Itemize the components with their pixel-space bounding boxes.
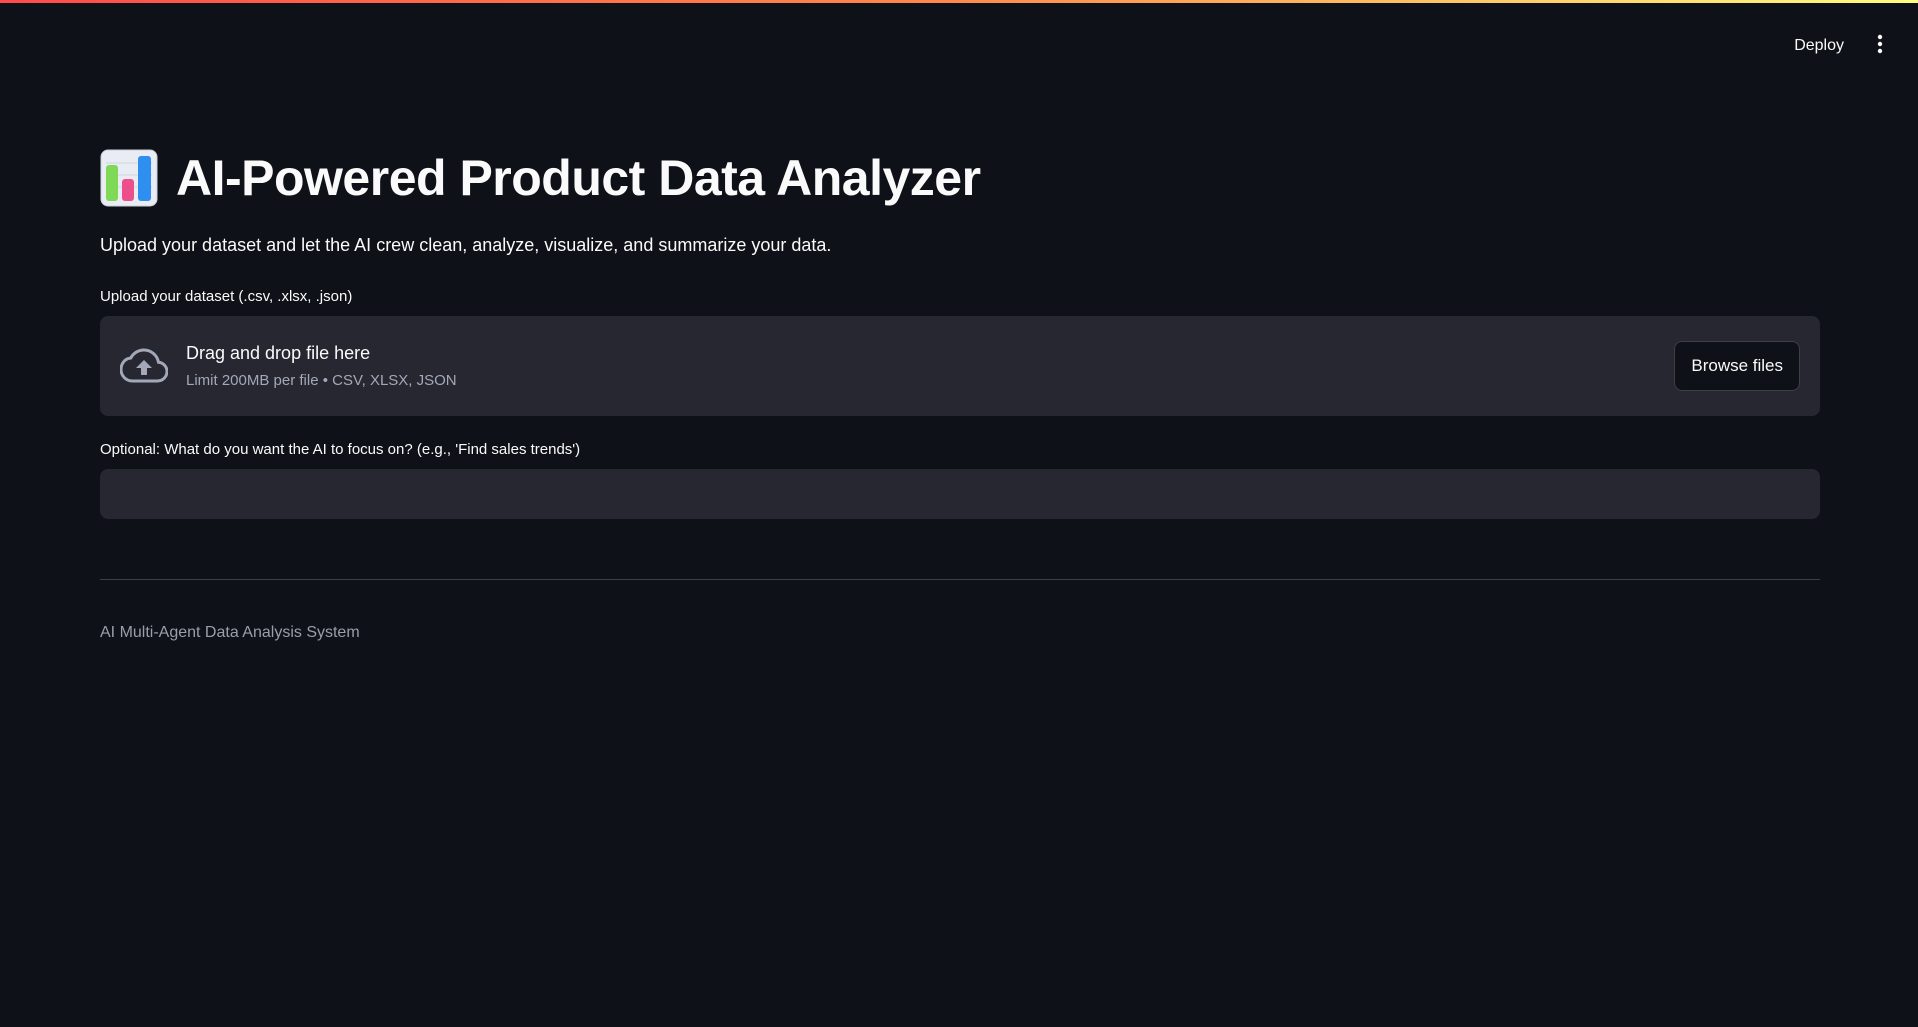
divider [100, 579, 1820, 580]
focus-label: Optional: What do you want the AI to foc… [100, 441, 581, 458]
cloud-upload-icon [120, 342, 168, 390]
top-decoration-bar [0, 0, 1918, 3]
dropzone-instruction: Drag and drop file here [186, 343, 371, 363]
browse-files-button[interactable]: Browse files [1674, 341, 1800, 391]
page-title: AI-Powered Product Data Analyzer [176, 150, 981, 206]
file-dropzone[interactable]: Drag and drop file here Limit 200MB per … [100, 316, 1820, 416]
dropzone-limit-text: Limit 200MB per file • CSV, XLSX, JSON [186, 372, 457, 389]
kebab-menu-icon [1877, 34, 1883, 59]
focus-input[interactable] [100, 469, 1820, 519]
title-row: AI-Powered Product Data Analyzer [100, 140, 1820, 216]
deploy-button[interactable]: Deploy [1784, 31, 1854, 61]
page-subtitle: Upload your dataset and let the AI crew … [100, 235, 832, 255]
bar-chart-emoji-icon [100, 149, 158, 207]
header-toolbar: Deploy [1784, 28, 1892, 64]
dropzone-text: Drag and drop file here Limit 200MB per … [186, 343, 1674, 389]
upload-label: Upload your dataset (.csv, .xlsx, .json) [100, 288, 353, 305]
main-content: AI-Powered Product Data Analyzer Upload … [100, 140, 1820, 642]
footer-caption: AI Multi-Agent Data Analysis System [100, 624, 360, 641]
main-menu-button[interactable] [1868, 28, 1892, 64]
